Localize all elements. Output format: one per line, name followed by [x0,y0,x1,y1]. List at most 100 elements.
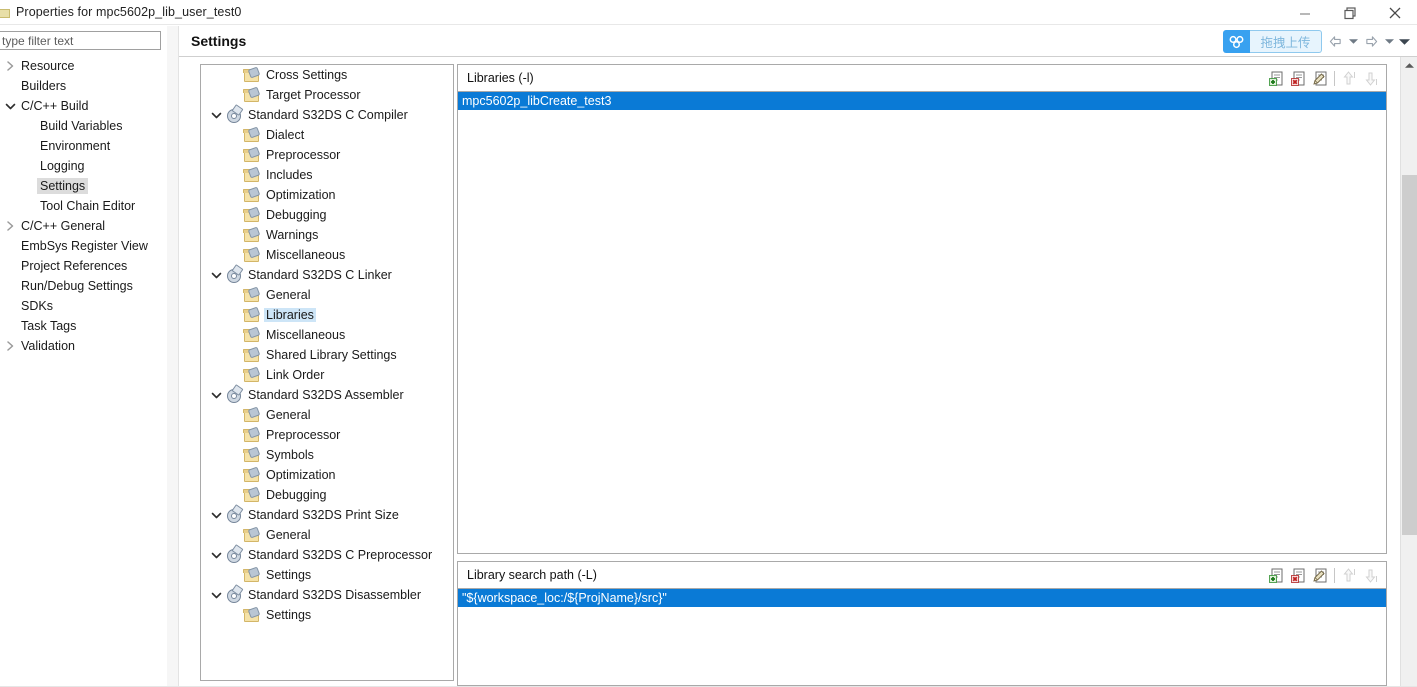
tree-item-standard-s32ds-c-compiler[interactable]: Standard S32DS C Compiler [201,104,453,125]
delete-button[interactable] [1289,565,1309,585]
sidebar-item-project-references[interactable]: Project References [0,256,167,276]
chevron-down-icon[interactable] [207,386,225,404]
sidebar-item-environment[interactable]: Environment [0,136,167,156]
tree-item-standard-s32ds-assembler[interactable]: Standard S32DS Assembler [201,384,453,405]
folder-tool-icon [243,486,261,503]
nav-forward-button[interactable] [1362,31,1381,53]
restore-button[interactable] [1327,0,1372,25]
tree-item-settings[interactable]: Settings [201,605,453,625]
tree-item-miscellaneous[interactable]: Miscellaneous [201,245,453,265]
sidebar-sash[interactable] [167,26,179,687]
tree-item-standard-s32ds-disassembler[interactable]: Standard S32DS Disassembler [201,584,453,605]
nav-back-dropdown[interactable] [1347,31,1360,53]
netdisk-upload-widget[interactable]: 拖拽上传 [1223,30,1322,53]
sidebar-item-label: Environment [40,139,111,153]
tree-item-preprocessor[interactable]: Preprocessor [201,425,453,445]
sidebar-item-logging[interactable]: Logging [0,156,167,176]
tree-item-dialect[interactable]: Dialect [201,125,453,145]
tree-item-general[interactable]: General [201,525,453,545]
scroll-up-icon[interactable] [1401,57,1417,74]
tree-item-settings[interactable]: Settings [201,565,453,585]
tree-item-general[interactable]: General [201,285,453,305]
sidebar-item-sdks[interactable]: SDKs [0,296,167,316]
folder-tool-icon [243,286,261,303]
sidebar-item-c-c-general[interactable]: C/C++ General [0,216,167,236]
properties-page-tree[interactable]: Resource Builders C/C++ Build Build Variabl… [0,56,167,687]
add-button[interactable] [1267,565,1287,585]
libraries-list[interactable]: mpc5602p_libCreate_test3 [457,91,1387,554]
folder-tool-icon [243,126,261,143]
filter-input[interactable]: type filter text [0,31,161,50]
chevron-down-icon[interactable] [207,266,225,284]
sidebar-item-settings[interactable]: Settings [0,176,167,196]
sidebar-item-embsys-register-view[interactable]: EmbSys Register View [0,236,167,256]
chevron-right-icon[interactable] [2,58,18,74]
tree-item-shared-library-settings[interactable]: Shared Library Settings [201,345,453,365]
edit-button[interactable] [1311,565,1331,585]
title-bar: Properties for mpc5602p_lib_user_test0 [0,0,1417,25]
tree-item-optimization[interactable]: Optimization [201,185,453,205]
tree-item-standard-s32ds-c-preprocessor[interactable]: Standard S32DS C Preprocessor [201,544,453,565]
chevron-down-icon[interactable] [2,98,18,114]
tree-item-label: General [266,288,311,302]
chevron-right-icon[interactable] [2,338,18,354]
sidebar-item-resource[interactable]: Resource [0,56,167,76]
tree-item-label: Optimization [266,468,336,482]
chevron-down-icon[interactable] [207,106,225,124]
wrench-overlay-icon [231,584,244,596]
tree-item-preprocessor[interactable]: Preprocessor [201,145,453,165]
list-item[interactable]: mpc5602p_libCreate_test3 [458,92,1386,110]
nav-forward-dropdown[interactable] [1383,31,1396,53]
nav-menu-dropdown[interactable] [1398,31,1411,53]
tree-item-standard-s32ds-c-linker[interactable]: Standard S32DS C Linker [201,264,453,285]
tree-item-debugging[interactable]: Debugging [201,485,453,505]
add-button[interactable] [1267,68,1287,88]
tree-item-general[interactable]: General [201,405,453,425]
tool-settings-tree[interactable]: Cross Settings Target Processor Standard S… [200,64,454,681]
sidebar-item-validation[interactable]: Validation [0,336,167,356]
tree-item-includes[interactable]: Includes [201,165,453,185]
list-item[interactable]: "${workspace_loc:/${ProjName}/src}" [458,589,1386,607]
tree-item-miscellaneous[interactable]: Miscellaneous [201,325,453,345]
sidebar-item-builders[interactable]: Builders [0,76,167,96]
sidebar-item-c-c-build[interactable]: C/C++ Build [0,96,167,116]
chevron-down-icon[interactable] [207,506,225,524]
tree-item-link-order[interactable]: Link Order [201,365,453,385]
move-up-button [1338,565,1358,585]
tree-item-target-processor[interactable]: Target Processor [201,85,453,105]
scrollbar-thumb[interactable] [1402,175,1417,535]
move-down-button [1360,565,1380,585]
library-search-path-list[interactable]: "${workspace_loc:/${ProjName}/src}" [457,588,1387,686]
tree-item-cross-settings[interactable]: Cross Settings [201,65,453,85]
chevron-right-icon[interactable] [2,218,18,234]
sidebar-item-build-variables[interactable]: Build Variables [0,116,167,136]
close-button[interactable] [1372,0,1417,25]
tree-item-debugging[interactable]: Debugging [201,205,453,225]
tree-item-symbols[interactable]: Symbols [201,445,453,465]
chevron-down-icon[interactable] [207,546,225,564]
tree-item-warnings[interactable]: Warnings [201,225,453,245]
tree-item-standard-s32ds-print-size[interactable]: Standard S32DS Print Size [201,504,453,525]
wrench-overlay-icon [247,66,261,79]
wrench-overlay-icon [247,326,261,339]
sidebar-item-run-debug-settings[interactable]: Run/Debug Settings [0,276,167,296]
nav-back-button[interactable] [1326,31,1345,53]
sidebar-item-task-tags[interactable]: Task Tags [0,316,167,336]
tree-item-optimization[interactable]: Optimization [201,465,453,485]
tree-item-libraries[interactable]: Libraries [201,305,453,325]
chevron-down-icon[interactable] [207,586,225,604]
edit-button[interactable] [1311,68,1331,88]
sidebar-item-tool-chain-editor[interactable]: Tool Chain Editor [0,196,167,216]
wrench-overlay-icon [231,384,244,396]
minimize-button[interactable] [1282,0,1327,25]
toolchain-gear-icon [225,584,244,603]
delete-button[interactable] [1289,68,1309,88]
page-vertical-scrollbar[interactable] [1400,57,1417,687]
sidebar-item-label: SDKs [21,299,53,313]
